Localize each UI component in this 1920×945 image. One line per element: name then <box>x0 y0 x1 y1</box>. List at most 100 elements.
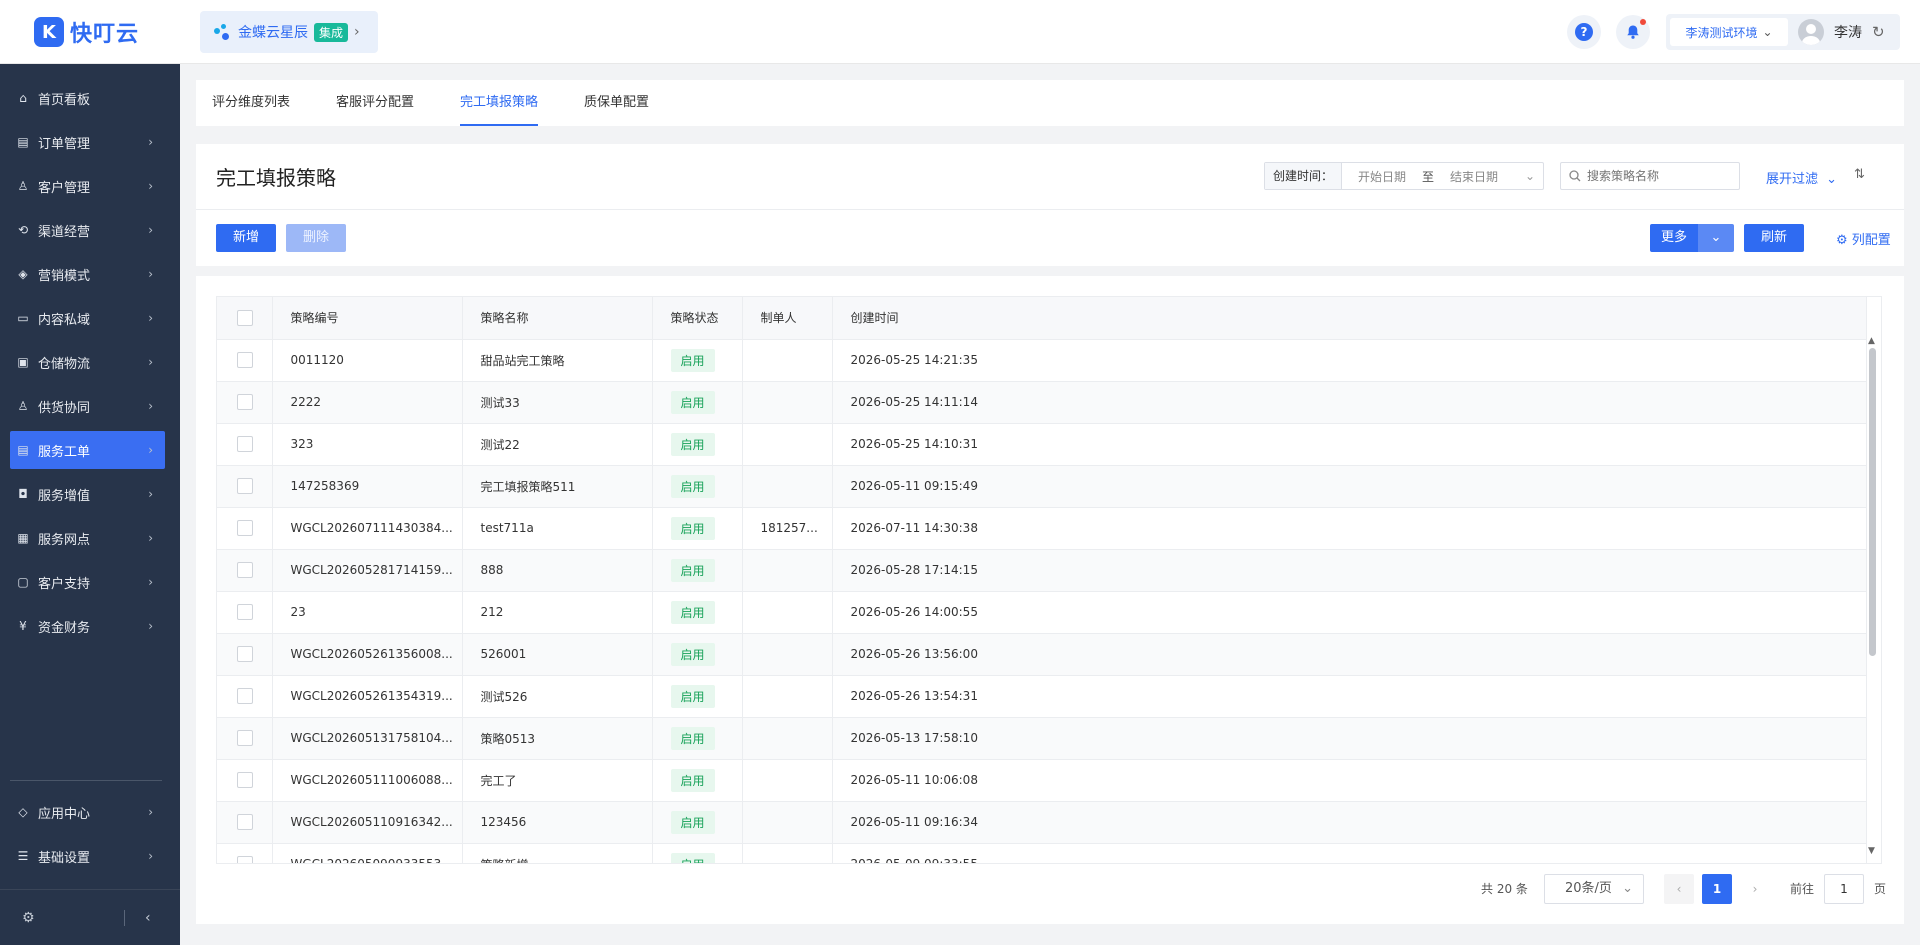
chevron-right-icon: › <box>148 531 153 545</box>
table-row[interactable]: WGCL202607111430384... test711a 启用 181257..… <box>217 507 1867 550</box>
row-select-cell <box>217 759 273 802</box>
sidebar-item-supply[interactable]: ♙ 供货协同 › <box>10 387 165 425</box>
avatar[interactable] <box>1798 19 1824 45</box>
tab-score-dimensions[interactable]: 评分维度列表 <box>212 80 290 126</box>
tab-service-rating[interactable]: 客服评分配置 <box>336 80 414 126</box>
column-header[interactable]: 创建时间 <box>832 297 1867 340</box>
sidebar-item-marketing[interactable]: ◈ 营销模式 › <box>10 255 165 293</box>
table-row[interactable]: WGCL202605281714159... 888 启用 2026-05-28 17… <box>217 549 1867 592</box>
scroll-down-icon[interactable]: ▼ <box>1868 846 1875 856</box>
sidebar-item-channels[interactable]: ⟲ 渠道经营 › <box>10 211 165 249</box>
goto-page-input[interactable] <box>1824 874 1864 904</box>
creator-cell <box>742 549 833 592</box>
prev-page-button[interactable]: ‹ <box>1664 874 1694 904</box>
column-header[interactable]: 策略名称 <box>462 297 653 340</box>
page-size-label: 20条/页 <box>1565 881 1612 896</box>
help-button[interactable]: ? <box>1567 15 1601 49</box>
page-size-select[interactable]: 20条/页 ⌄ <box>1544 874 1644 904</box>
table-row[interactable]: WGCL202605111006088... 完工了 启用 2026-05-11 10… <box>217 759 1867 802</box>
notification-button[interactable] <box>1616 15 1650 49</box>
more-button[interactable]: 更多 <box>1650 224 1698 252</box>
sidebar-item-app-center[interactable]: ◇ 应用中心 › <box>10 793 165 831</box>
next-page-button[interactable]: › <box>1740 874 1770 904</box>
environment-select[interactable]: 李涛测试环境 ⌄ <box>1670 18 1788 46</box>
row-checkbox[interactable] <box>237 394 253 410</box>
table-row[interactable]: WGCL202605261354319... 测试526 启用 2026-05-26 … <box>217 675 1867 718</box>
sort-icon[interactable]: ⇅ <box>1854 167 1865 182</box>
sidebar-item-finance[interactable]: ¥ 资金财务 › <box>10 607 165 645</box>
sidebar-item-label: 首页看板 <box>38 92 91 108</box>
row-checkbox[interactable] <box>237 688 253 704</box>
end-date-input[interactable]: 结束日期 <box>1450 168 1498 185</box>
column-header[interactable]: 策略编号 <box>272 297 463 340</box>
sidebar-item-orders[interactable]: ▤ 订单管理 › <box>10 123 165 161</box>
collapse-sidebar-icon[interactable]: ‹ <box>145 910 151 926</box>
chevron-right-icon: › <box>148 487 153 501</box>
add-button[interactable]: 新增 <box>216 224 276 252</box>
refresh-button[interactable]: 刷新 <box>1744 224 1804 252</box>
sidebar-item-customers[interactable]: ♙ 客户管理 › <box>10 167 165 205</box>
sidebar-item-basic-settings[interactable]: ☰ 基础设置 › <box>10 837 165 875</box>
chevron-down-icon[interactable]: ⌄ <box>1698 224 1734 252</box>
row-checkbox[interactable] <box>237 520 253 536</box>
settings-gear-icon[interactable]: ⚙ <box>22 910 35 926</box>
created-date-filter[interactable]: 创建时间： 开始日期 至 结束日期 ⌄ <box>1264 162 1544 190</box>
chevron-down-icon: ⌄ <box>1622 881 1633 896</box>
panel-header: 完工填报策略 创建时间： 开始日期 至 结束日期 ⌄ 展开过滤 ⌄ ⇅ <box>196 144 1904 210</box>
table-row[interactable]: WGCL202605110916342... 123456 启用 2026-05-11… <box>217 801 1867 844</box>
refresh-icon[interactable]: ↻ <box>1872 23 1885 41</box>
row-checkbox[interactable] <box>237 562 253 578</box>
policy-status-cell: 启用 <box>652 675 743 718</box>
column-header[interactable]: 策略状态 <box>652 297 743 340</box>
more-dropdown[interactable]: 更多 ⌄ <box>1650 224 1734 252</box>
app-logo[interactable]: K 快叮云 <box>34 16 139 48</box>
sidebar-item-warehouse[interactable]: ▣ 仓储物流 › <box>10 343 165 381</box>
table-row[interactable]: 2222 测试33 启用 2026-05-25 14:11:14 <box>217 381 1867 424</box>
row-checkbox[interactable] <box>237 478 253 494</box>
search-box[interactable] <box>1560 162 1740 190</box>
page-number[interactable]: 1 <box>1702 874 1732 904</box>
tab-warranty-config[interactable]: 质保单配置 <box>584 80 649 126</box>
sidebar-item-content[interactable]: ▭ 内容私域 › <box>10 299 165 337</box>
created-time-cell: 2026-05-28 17:14:15 <box>832 549 1867 592</box>
page-title: 完工填报策略 <box>216 166 336 190</box>
policy-name-cell: 策略0513 <box>462 717 653 760</box>
table-row[interactable]: 0011120 甜品站完工策略 启用 2026-05-25 14:21:35 <box>217 339 1867 382</box>
table-row[interactable]: 147258369 完工填报策略511 启用 2026-05-11 09:15:49 <box>217 465 1867 508</box>
sidebar-item-customer-support[interactable]: ▢ 客户支持 › <box>10 563 165 601</box>
user-name[interactable]: 李涛 <box>1834 22 1862 42</box>
sidebar-item-label: 营销模式 <box>38 268 91 284</box>
select-all-checkbox[interactable] <box>237 309 253 326</box>
scroll-up-icon[interactable]: ▲ <box>1868 336 1875 346</box>
creator-cell <box>742 759 833 802</box>
channel-icon: ⟲ <box>17 223 29 237</box>
table-scrollbar[interactable]: ▲ ▼ <box>1868 336 1878 856</box>
row-checkbox[interactable] <box>237 730 253 746</box>
delete-button[interactable]: 删除 <box>286 224 346 252</box>
sidebar-item-service-outlets[interactable]: ▦ 服务网点 › <box>10 519 165 557</box>
column-config-button[interactable]: ⚙ 列配置 <box>1836 229 1891 248</box>
product-switcher[interactable]: 金蝶云星辰 集成 › <box>200 11 378 53</box>
sidebar-item-service-tickets[interactable]: ▤ 服务工单 › <box>10 431 165 469</box>
row-checkbox[interactable] <box>237 772 253 788</box>
table-row[interactable]: WGCL202605131758104... 策略0513 启用 2026-05-13… <box>217 717 1867 760</box>
scroll-thumb[interactable] <box>1869 348 1876 656</box>
row-checkbox[interactable] <box>237 352 253 368</box>
row-checkbox[interactable] <box>237 646 253 662</box>
sidebar-item-value-added[interactable]: ◘ 服务增值 › <box>10 475 165 513</box>
table-row[interactable]: WGCL202605090933553...策略新增 启用 2026-05-09 0… <box>217 843 1867 863</box>
search-input[interactable] <box>1587 169 1727 183</box>
table-row[interactable]: 23 212 启用 2026-05-26 14:00:55 <box>217 591 1867 634</box>
table-row[interactable]: WGCL202605261356008... 526001 启用 2026-05-26… <box>217 633 1867 676</box>
policy-status-cell: 启用 <box>652 465 743 508</box>
row-checkbox[interactable] <box>237 814 253 830</box>
expand-filter-button[interactable]: 展开过滤 ⌄ <box>1766 168 1837 187</box>
column-header[interactable]: 制单人 <box>742 297 833 340</box>
table-row[interactable]: 323 测试22 启用 2026-05-25 14:10:31 <box>217 423 1867 466</box>
row-checkbox[interactable] <box>237 856 253 863</box>
row-checkbox[interactable] <box>237 604 253 620</box>
row-checkbox[interactable] <box>237 436 253 452</box>
start-date-input[interactable]: 开始日期 <box>1358 168 1406 185</box>
tab-completion-report-policy[interactable]: 完工填报策略 <box>460 80 539 126</box>
sidebar-item-home[interactable]: ⌂ 首页看板 <box>10 79 165 117</box>
